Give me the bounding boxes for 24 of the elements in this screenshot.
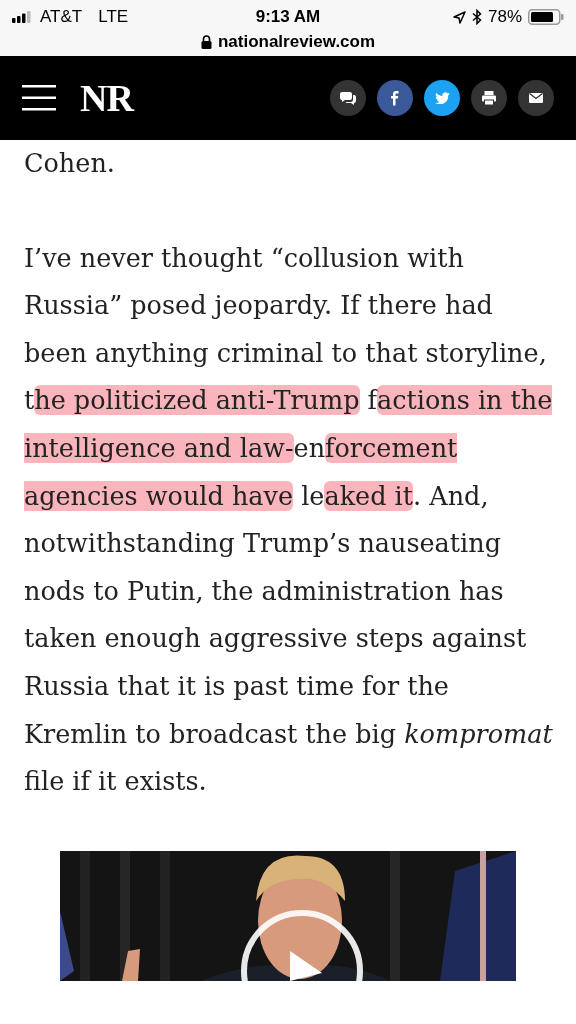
clock-time: 9:13 AM	[255, 6, 321, 29]
article-paragraph: Cohen.	[24, 147, 116, 180]
twitter-bird-icon	[434, 91, 450, 105]
battery-percent: 78%	[487, 6, 522, 29]
carrier-name: AT&T	[40, 6, 83, 29]
network-type: LTE	[98, 6, 129, 29]
print-button[interactable]	[471, 80, 507, 116]
location-arrow-icon	[452, 10, 466, 24]
menu-icon[interactable]	[22, 84, 56, 112]
battery-icon	[528, 9, 564, 25]
facebook-icon	[391, 90, 399, 106]
article-paragraph: I’ve never thought “collusion with Russia” posed jeopardy. If there had been anything criminal to that storyline, the politicized anti-Trump factions in the intelligence and law-enforcement agencies would have leaked it. And, notwithstanding Trump’s nauseating nods to Putin, the administration has taken enough aggressive steps against Russia that it is past time for the Kremlin to broadcast the big kompromat file if it exists.	[24, 241, 554, 799]
site-logo[interactable]: NR	[80, 79, 133, 117]
twitter-bird-button[interactable]	[424, 80, 460, 116]
lock-icon	[200, 35, 212, 49]
url-text[interactable]: nationalreview.com	[217, 29, 376, 55]
signal-icon	[12, 11, 34, 23]
email-icon	[529, 93, 543, 103]
comments-button[interactable]	[330, 80, 366, 116]
facebook-button[interactable]	[377, 80, 413, 116]
bluetooth-icon	[471, 9, 482, 25]
print-icon	[482, 90, 496, 106]
email-button[interactable]	[518, 80, 554, 116]
comments-icon	[339, 91, 357, 105]
